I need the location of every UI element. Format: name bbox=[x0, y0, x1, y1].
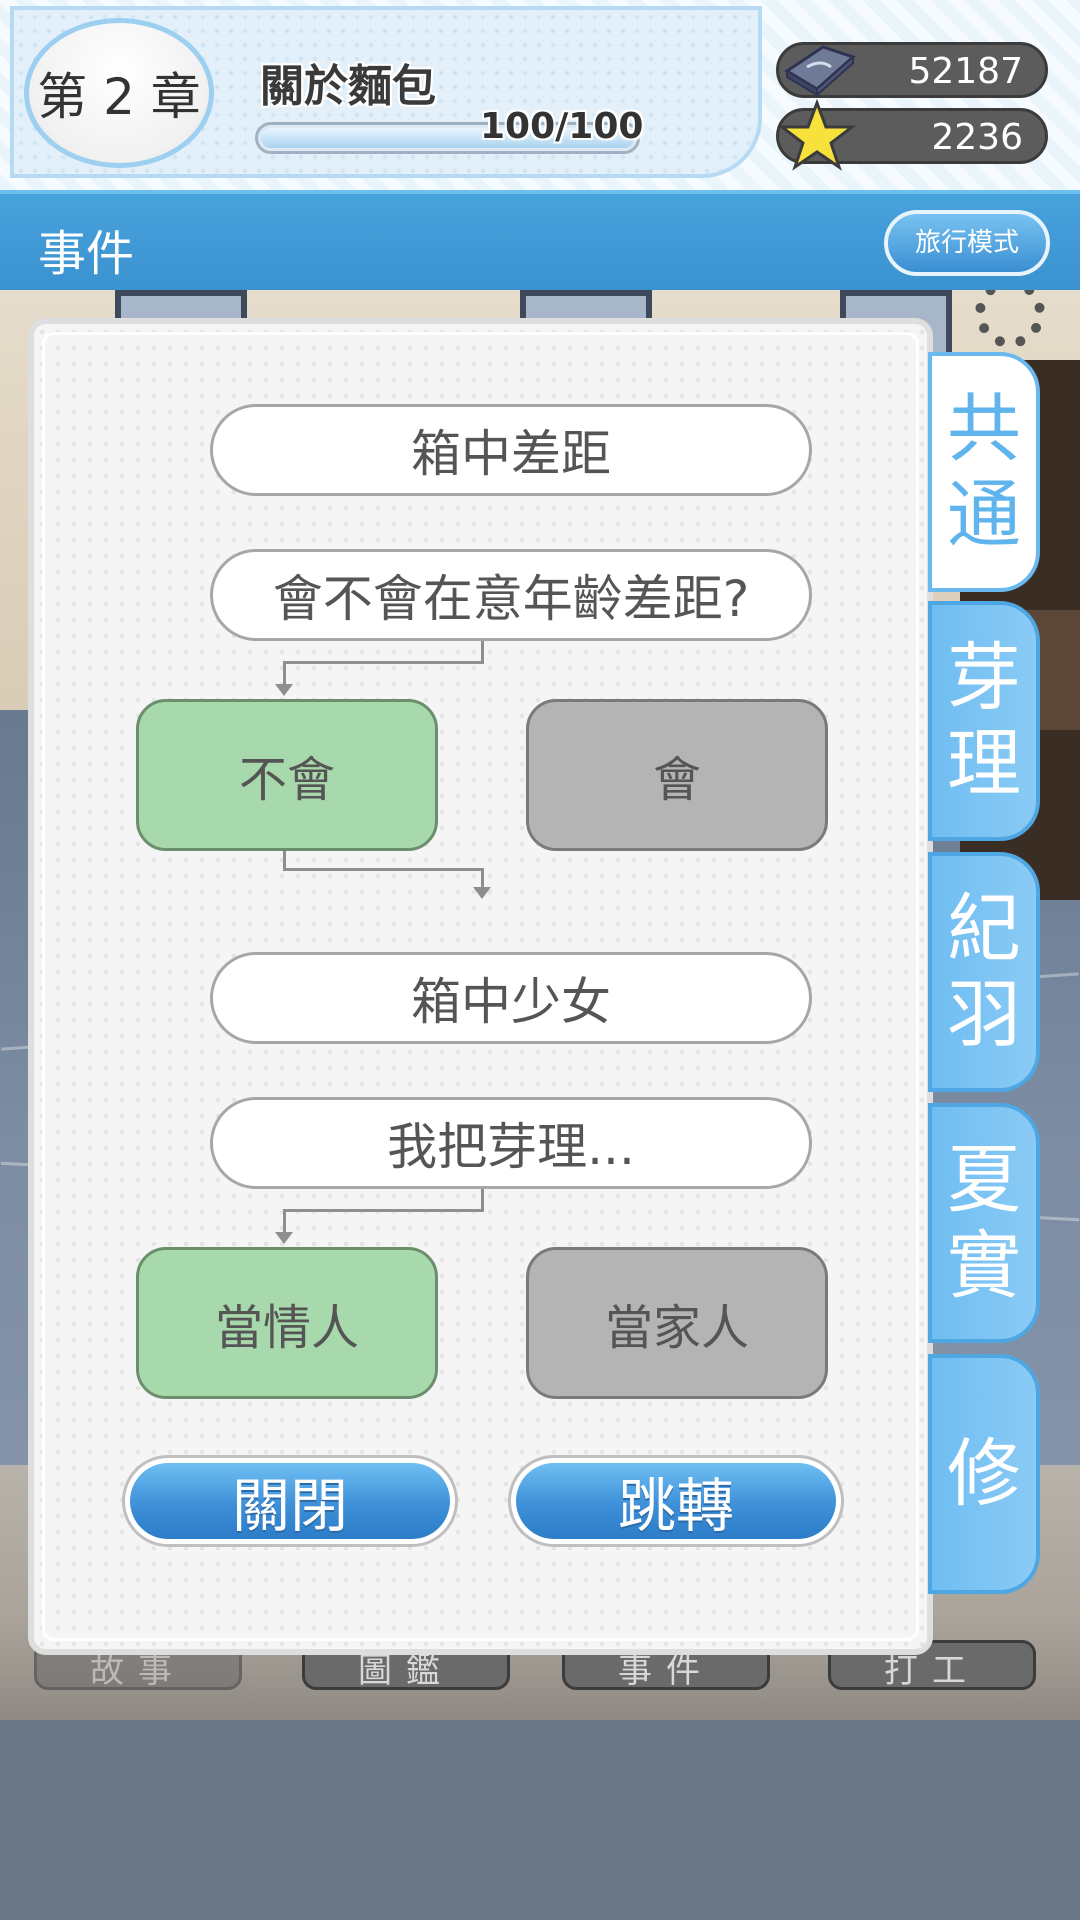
event-question-2[interactable]: 我把芽理... bbox=[210, 1097, 812, 1189]
gem-counter: 52187 bbox=[776, 42, 1048, 98]
tab-label: 夏 bbox=[947, 1137, 1021, 1223]
tab-natsumi[interactable]: 夏 實 bbox=[928, 1103, 1040, 1343]
event-title-1: 箱中差距 bbox=[210, 404, 812, 496]
connector-arrow bbox=[275, 684, 293, 696]
chapter-badge: 第 2 章 bbox=[24, 18, 214, 168]
connector-line bbox=[481, 868, 484, 888]
page-title: 事件 bbox=[38, 226, 135, 282]
bottom-area bbox=[0, 1720, 1080, 1920]
connector-arrow bbox=[473, 887, 491, 899]
progress-text: 100/100 bbox=[480, 106, 644, 147]
tab-label: 共 bbox=[947, 386, 1021, 472]
event-question-1[interactable]: 會不會在意年齡差距? bbox=[210, 549, 812, 641]
star-counter: 2236 bbox=[776, 99, 1048, 171]
star-count: 2236 bbox=[931, 117, 1023, 158]
gem-icon bbox=[784, 45, 856, 98]
title-bar: 事件 旅行模式 bbox=[0, 190, 1080, 290]
tab-label: 理 bbox=[947, 721, 1021, 807]
tab-label: 紀 bbox=[947, 886, 1021, 972]
tab-label: 實 bbox=[947, 1223, 1021, 1309]
tab-label: 羽 bbox=[947, 972, 1021, 1058]
choice-selected-1[interactable]: 不會 bbox=[136, 699, 438, 851]
connector-arrow bbox=[275, 1232, 293, 1244]
tab-meri[interactable]: 芽 理 bbox=[928, 601, 1040, 841]
jump-button-label: 跳轉 bbox=[516, 1463, 836, 1540]
close-button-label: 關閉 bbox=[130, 1463, 450, 1540]
gem-count: 52187 bbox=[908, 51, 1023, 92]
top-hud: 第 2 章 關於麵包 100/100 52187 2236 bbox=[0, 0, 1080, 190]
tab-label: 通 bbox=[947, 472, 1021, 558]
chapter-title: 關於麵包 bbox=[260, 61, 436, 112]
star-icon bbox=[777, 99, 857, 171]
tab-kiu[interactable]: 紀 羽 bbox=[928, 852, 1040, 1092]
choice-unselected-2[interactable]: 當家人 bbox=[526, 1247, 828, 1399]
connector-line bbox=[283, 1209, 484, 1212]
connector-line bbox=[283, 868, 484, 871]
tab-label: 芽 bbox=[947, 635, 1021, 721]
connector-line bbox=[283, 661, 286, 685]
connector-line bbox=[283, 661, 484, 664]
choice-unselected-1[interactable]: 會 bbox=[526, 699, 828, 851]
connector-line bbox=[283, 1209, 286, 1233]
tab-common[interactable]: 共 通 bbox=[928, 352, 1040, 592]
travel-mode-button[interactable]: 旅行模式 bbox=[884, 210, 1050, 276]
close-button[interactable]: 關閉 bbox=[122, 1455, 458, 1547]
tab-osamu[interactable]: 修 bbox=[928, 1354, 1040, 1594]
event-flow-panel: 箱中差距 會不會在意年齡差距? 不會 會 箱中少女 我把芽理... 當情人 當家… bbox=[28, 318, 933, 1655]
event-title-2: 箱中少女 bbox=[210, 952, 812, 1044]
choice-selected-2[interactable]: 當情人 bbox=[136, 1247, 438, 1399]
jump-button[interactable]: 跳轉 bbox=[508, 1455, 844, 1547]
tab-label: 修 bbox=[947, 1431, 1021, 1517]
